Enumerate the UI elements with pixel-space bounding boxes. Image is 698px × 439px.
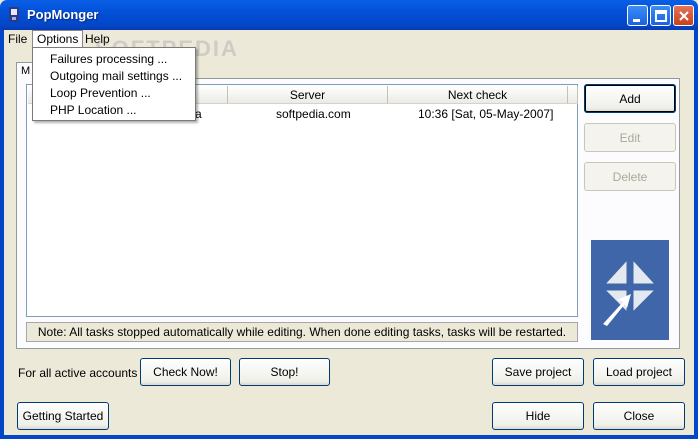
- minimize-icon: [633, 19, 640, 22]
- stop-button[interactable]: Stop!: [239, 358, 330, 386]
- column-server[interactable]: Server: [228, 86, 388, 104]
- save-project-button[interactable]: Save project: [492, 358, 584, 386]
- delete-button[interactable]: Delete: [584, 162, 676, 191]
- close-window-button[interactable]: [673, 5, 694, 26]
- menu-bar: File Options Help: [4, 30, 694, 48]
- menu-file[interactable]: File: [4, 31, 31, 47]
- column-filler: [568, 86, 578, 104]
- menu-item-outgoing-mail-settings[interactable]: Outgoing mail settings ...: [50, 69, 182, 86]
- menu-help[interactable]: Help: [81, 31, 114, 47]
- editing-note: Note: All tasks stopped automatically wh…: [26, 322, 578, 342]
- window-frame-bottom: [0, 435, 698, 439]
- row-server[interactable]: softpedia.com: [276, 107, 351, 121]
- window-frame-left: [0, 30, 4, 439]
- hide-button[interactable]: Hide: [492, 402, 584, 430]
- popmonger-logo: [591, 240, 669, 340]
- menu-item-loop-prevention[interactable]: Loop Prevention ...: [50, 86, 151, 103]
- window-title: PopMonger: [27, 7, 99, 22]
- active-accounts-label: For all active accounts: [18, 366, 138, 380]
- title-bar[interactable]: PopMonger: [0, 0, 698, 30]
- menu-item-php-location[interactable]: PHP Location ...: [50, 103, 137, 120]
- load-project-button[interactable]: Load project: [593, 358, 685, 386]
- check-now-button[interactable]: Check Now!: [140, 358, 231, 386]
- menu-item-failures-processing[interactable]: Failures processing ...: [50, 52, 167, 69]
- maximize-icon: [655, 10, 667, 22]
- close-button[interactable]: Close: [593, 402, 685, 430]
- row-account[interactable]: a: [195, 107, 202, 121]
- minimize-button[interactable]: [627, 5, 648, 26]
- add-button[interactable]: Add: [584, 84, 676, 113]
- menu-options[interactable]: Options: [32, 30, 84, 47]
- maximize-button[interactable]: [650, 5, 671, 26]
- arrows-logo-icon: [603, 258, 657, 326]
- column-next-check[interactable]: Next check: [388, 86, 568, 104]
- row-next-check[interactable]: 10:36 [Sat, 05-May-2007]: [418, 107, 553, 121]
- edit-button[interactable]: Edit: [584, 123, 676, 152]
- close-icon: [679, 11, 689, 21]
- options-dropdown: Failures processing ... Outgoing mail se…: [32, 47, 196, 121]
- window-frame-right: [694, 30, 698, 439]
- getting-started-button[interactable]: Getting Started: [17, 402, 109, 430]
- app-icon: [9, 7, 19, 22]
